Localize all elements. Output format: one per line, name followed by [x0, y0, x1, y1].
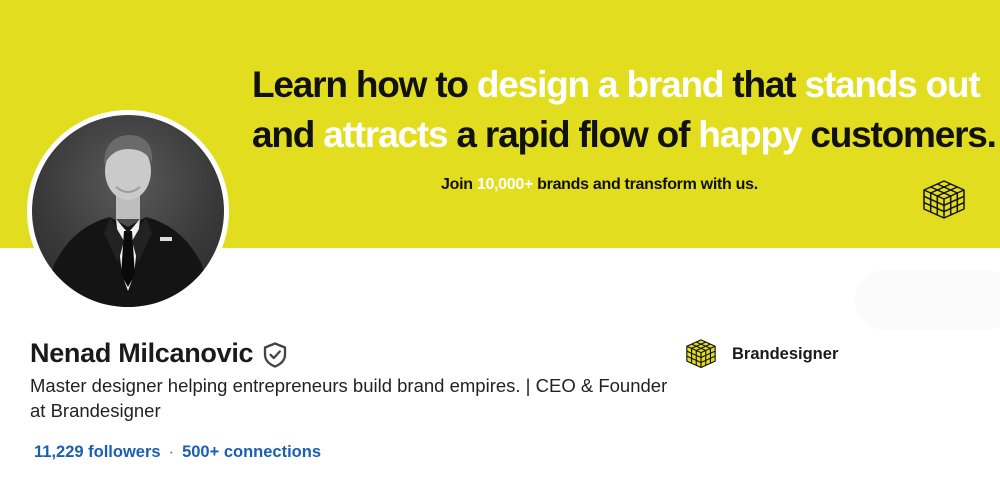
- banner-headline: Learn how to design a brand that stands …: [252, 60, 997, 160]
- banner-text: a rapid flow of: [447, 114, 699, 155]
- cube-grid-icon: [686, 339, 716, 369]
- cube-grid-icon: [923, 180, 965, 219]
- stats-separator: ·: [168, 443, 175, 461]
- profile-avatar[interactable]: [27, 110, 229, 312]
- decorative-blob: [855, 270, 1000, 330]
- followers-link[interactable]: 11,229 followers: [34, 443, 161, 462]
- banner-text: and: [252, 114, 324, 155]
- banner-text: that: [723, 64, 805, 105]
- banner-highlight-text: happy: [698, 114, 802, 155]
- company-name: Brandesigner: [732, 344, 839, 363]
- profile-stats: 11,229 followers · 500+ connections: [34, 443, 321, 462]
- banner-text: Join: [441, 176, 477, 193]
- profile-name-row: Nenad Milcanovic: [30, 338, 287, 369]
- banner-headline-line-1: Learn how to design a brand that stands …: [252, 60, 992, 110]
- verified-shield-icon[interactable]: [263, 341, 287, 368]
- current-company[interactable]: Brandesigner: [684, 338, 838, 370]
- profile-headline: Master designer helping entrepreneurs bu…: [30, 375, 668, 421]
- banner-text: customers.: [801, 114, 997, 155]
- banner-highlight-text: attracts: [323, 114, 448, 155]
- banner-highlight-text: design a brand: [476, 64, 725, 105]
- banner-text: brands and transform with us.: [533, 176, 758, 193]
- banner-subline: Join 10,000+ brands and transform with u…: [441, 176, 758, 194]
- profile-name: Nenad Milcanovic: [30, 338, 254, 368]
- banner-text: Learn how to: [252, 64, 477, 105]
- banner-highlight-text: 10,000+: [476, 176, 534, 193]
- banner-headline-line-2: and attracts a rapid flow of happy custo…: [252, 110, 997, 160]
- profile-photo: [32, 115, 224, 307]
- banner-highlight-text: stands out: [804, 64, 980, 105]
- connections-link[interactable]: 500+ connections: [182, 443, 321, 462]
- person-silhouette-icon: [42, 135, 214, 307]
